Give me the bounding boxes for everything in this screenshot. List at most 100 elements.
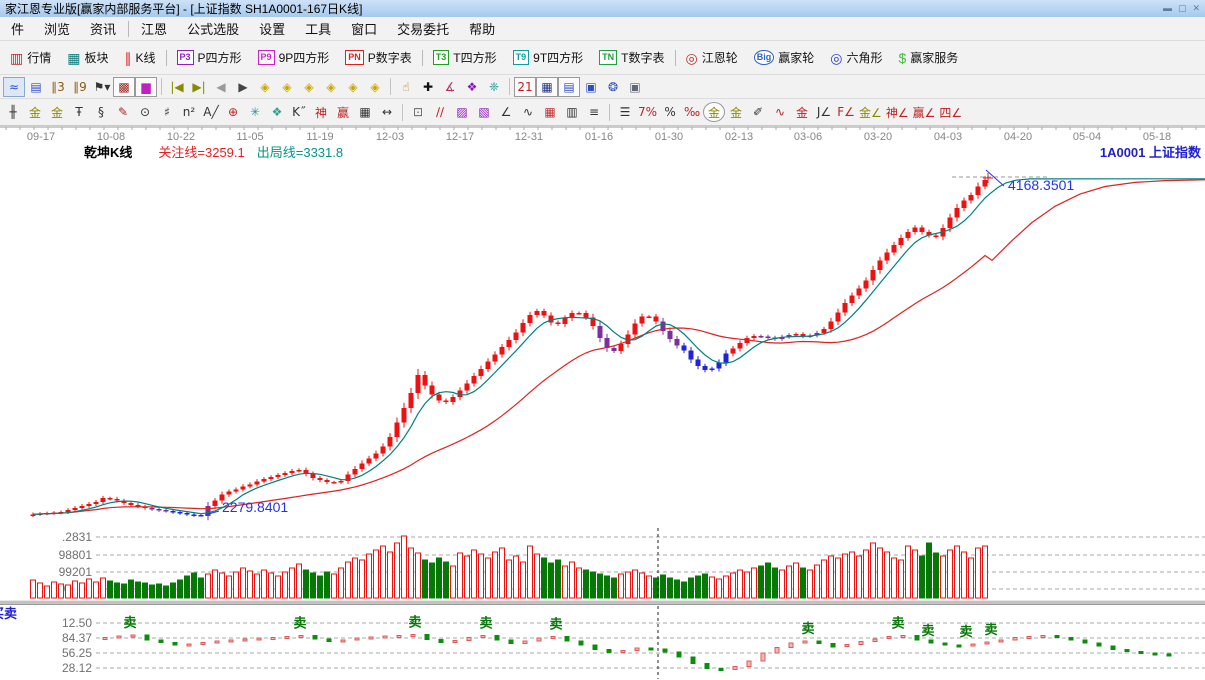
dark-grid-icon[interactable]: ▥ (561, 102, 583, 122)
red-pattern-icon[interactable]: ▩ (113, 76, 135, 97)
slant-lines-icon[interactable]: ≡ (583, 102, 605, 122)
kline-small-9-icon[interactable]: ∥9 (69, 77, 91, 97)
gold-gate-2-icon[interactable]: 金 (46, 102, 68, 122)
compress-bars-icon[interactable]: ◈ (320, 77, 342, 97)
pane-divider[interactable] (0, 600, 1205, 605)
step-back-icon[interactable]: ◀ (210, 77, 232, 97)
toolbar-9t-square-button[interactable]: T9 9T四方形 (505, 45, 592, 70)
red-crosshair-icon[interactable]: ⊕ (222, 102, 244, 122)
color-histogram-icon[interactable]: ▆ (135, 76, 157, 97)
flag-marker-icon[interactable]: ⚑▾ (91, 77, 113, 97)
width-measure-icon[interactable]: ↔ (376, 102, 398, 122)
jump-first-icon[interactable]: |◀ (166, 77, 188, 97)
k-marks-icon[interactable]: K˝ (288, 102, 310, 122)
pan-hand-icon[interactable]: ☝ (395, 77, 417, 97)
info-doc-icon[interactable]: ▤ (25, 77, 47, 97)
toolbar-winner-service-button[interactable]: $ 赢家服务 (891, 45, 967, 70)
menu-item-file[interactable]: 件 (1, 17, 34, 40)
toolbar-9p-square-button[interactable]: P9 9P四方形 (250, 45, 338, 70)
box-fan-2-icon[interactable]: ▧ (473, 102, 495, 122)
toolbar-p-number-table-button[interactable]: PN P数字表 (337, 45, 420, 70)
win-angle-icon[interactable]: 赢∠ (911, 102, 938, 122)
step-forward-icon[interactable]: ▶ (232, 77, 254, 97)
purple-tool-icon[interactable]: ❖ (461, 77, 483, 97)
scale-rule-icon[interactable]: ☰ (614, 102, 636, 122)
jump-last-icon[interactable]: ▶| (188, 77, 210, 97)
red-grid-icon[interactable]: ▦ (539, 102, 561, 122)
minimize-icon[interactable]: ▬ (1163, 4, 1172, 13)
compass-star-icon[interactable]: ✳ (244, 102, 266, 122)
menu-item-gann[interactable]: 江恩 (131, 17, 177, 40)
red-wave-icon[interactable]: ∿ (769, 102, 791, 122)
angle-fan-icon[interactable]: ∠ (495, 102, 517, 122)
fence-tool-icon[interactable]: ╫ (2, 102, 24, 122)
toolbar-winner-wheel-button[interactable]: Big 赢家轮 (746, 45, 823, 70)
fan-lines-icon[interactable]: ∕∕ (429, 102, 451, 122)
percent-icon[interactable]: % (659, 102, 681, 122)
toolbar-sectors-button[interactable]: ▦ 板块 (59, 45, 116, 70)
gann-panel-icon[interactable]: ≈ (3, 76, 25, 97)
full-range-icon[interactable]: ◈ (364, 77, 386, 97)
menu-item-settings[interactable]: 设置 (249, 17, 295, 40)
cycle-tool-icon[interactable]: ❈ (483, 77, 505, 97)
workstation-icon[interactable]: ▣ (624, 77, 646, 97)
cycle-clock-icon[interactable]: ⊙ (134, 102, 156, 122)
menu-item-formula-stock-pick[interactable]: 公式选股 (177, 17, 249, 40)
menu-item-help[interactable]: 帮助 (459, 17, 505, 40)
gold-gate-1-icon[interactable]: 金 (24, 102, 46, 122)
calculator-icon[interactable]: ▦ (536, 76, 558, 97)
calendar-icon[interactable]: 21 (514, 76, 536, 97)
close-icon[interactable]: ✕ (1192, 4, 1200, 13)
a-angle-icon[interactable]: A╱ (200, 102, 222, 122)
f-fence-icon[interactable]: Ŧ (68, 102, 90, 122)
j-angle-icon[interactable]: J∠ (813, 102, 835, 122)
zoom-both-icon[interactable]: ◈ (298, 77, 320, 97)
volume-bar (317, 575, 323, 599)
box-line-icon[interactable]: ⊡ (407, 102, 429, 122)
zoom-left-icon[interactable]: ◈ (254, 77, 276, 97)
toolbar-quotes-button[interactable]: ▥ 行情 (2, 45, 59, 70)
toolbar-hexagon-button[interactable]: ◎ 六角形 (822, 45, 890, 70)
grid-123-icon[interactable]: ▦ (354, 102, 376, 122)
win-tool-icon[interactable]: 赢 (332, 102, 354, 122)
n-square-icon[interactable]: n² (178, 102, 200, 122)
kline-small-3-icon[interactable]: ∥3 (47, 77, 69, 97)
rocket-pen-icon[interactable]: ✎ (112, 102, 134, 122)
menu-item-news[interactable]: 资讯 (80, 17, 126, 40)
chart-canvas[interactable]: 09-17 10-08 10-22 11-05 11-19 12-03 12-17 12-31… (0, 126, 1205, 680)
tick-fence-icon[interactable]: ♯ (156, 102, 178, 122)
zoom-right-icon[interactable]: ◈ (276, 77, 298, 97)
zigzag-tool-icon[interactable]: ∿ (517, 102, 539, 122)
brush-tool-icon[interactable]: ✐ (747, 102, 769, 122)
shen-tool-icon[interactable]: 神 (310, 102, 332, 122)
menu-item-browse[interactable]: 浏览 (34, 17, 80, 40)
permille-icon[interactable]: ‰ (681, 102, 703, 122)
notes-icon[interactable]: ▤ (558, 76, 580, 97)
menu-item-window[interactable]: 窗口 (341, 17, 387, 40)
angle-measure-icon[interactable]: ∡ (439, 77, 461, 97)
spiral-tool-icon[interactable]: § (90, 102, 112, 122)
gold-red-icon[interactable]: 金 (791, 102, 813, 122)
four-angle-icon[interactable]: 四∠ (937, 102, 964, 122)
star-grid-icon[interactable]: ❖ (266, 102, 288, 122)
maximize-icon[interactable]: ▢ (1178, 4, 1187, 13)
gold-circle-icon[interactable]: 金 (703, 102, 726, 122)
shen-angle-icon[interactable]: 神∠ (884, 102, 911, 122)
expand-bars-icon[interactable]: ◈ (342, 77, 364, 97)
toolbar-kline-button[interactable]: ∥ K线 (117, 45, 164, 70)
crosshair-icon[interactable]: ✚ (417, 77, 439, 97)
menu-item-trade-order[interactable]: 交易委托 (387, 17, 459, 40)
f-angle-icon[interactable]: F∠ (835, 102, 857, 122)
toolbar-p-square-button[interactable]: P3 P四方形 (169, 45, 250, 70)
gold-lines-icon[interactable]: 金 (725, 102, 747, 122)
save-disk-icon[interactable]: ▣ (580, 77, 602, 97)
menu-item-tools[interactable]: 工具 (295, 17, 341, 40)
gold-angle-icon[interactable]: 金∠ (857, 102, 884, 122)
toolbar-t-number-table-button[interactable]: TN T数字表 (591, 45, 672, 70)
seven-percent-icon[interactable]: 7% (636, 102, 659, 122)
save-web-icon[interactable]: ❂ (602, 77, 624, 97)
toolbar-gann-wheel-button[interactable]: ◎ 江恩轮 (678, 45, 746, 70)
box-fan-icon[interactable]: ▨ (451, 102, 473, 122)
candle-body (513, 332, 519, 341)
toolbar-t-square-button[interactable]: T3 T四方形 (425, 45, 505, 70)
